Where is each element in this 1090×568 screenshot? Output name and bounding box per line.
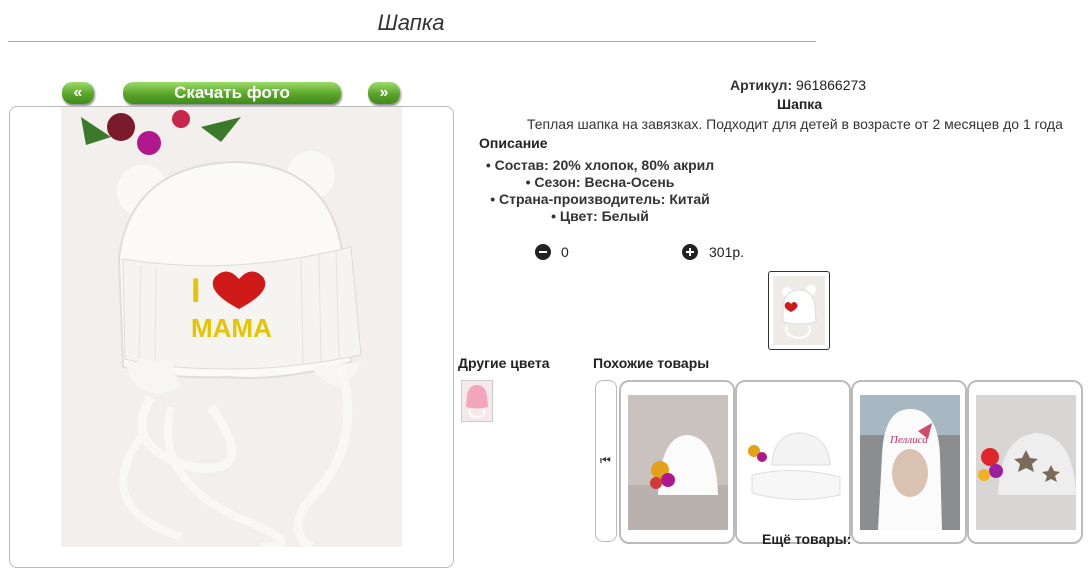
product-description: Теплая шапка на завязках. Подходит для д… <box>527 116 1063 132</box>
download-photo-button[interactable]: Скачать фото <box>123 82 341 104</box>
article-label: Артикул: <box>730 77 793 93</box>
page-title: Шапка <box>377 10 445 35</box>
next-photo-button[interactable]: » <box>368 82 400 104</box>
product-photo-frame: I MAMA <box>9 106 454 568</box>
thumbnail-image <box>773 276 825 345</box>
property-item: Страна-производитель: Китай <box>470 191 730 208</box>
property-item: Состав: 20% хлопок, 80% акрил <box>470 157 730 174</box>
product-name: Шапка <box>777 96 823 112</box>
article-line: Артикул: 961866273 <box>730 77 866 93</box>
description-heading: Описание <box>479 135 548 151</box>
price: 301р. <box>709 244 745 260</box>
decrease-quantity-icon[interactable] <box>535 244 551 260</box>
similar-product-image <box>744 395 844 530</box>
similar-product-image <box>628 395 728 530</box>
hat-illustration: I MAMA <box>61 107 402 547</box>
product-photo[interactable]: I MAMA <box>61 107 402 547</box>
embroidery-letter: I <box>191 272 200 310</box>
similar-products-heading: Похожие товары <box>593 355 710 371</box>
similar-product-card[interactable]: Пеллиса <box>851 380 967 544</box>
property-item: Сезон: Весна-Осень <box>470 174 730 191</box>
other-colors-heading: Другие цвета <box>458 355 550 371</box>
quantity-value: 0 <box>561 244 569 260</box>
color-variant-pink[interactable] <box>461 380 493 422</box>
prev-photo-button[interactable]: « <box>62 82 94 104</box>
article-value: 961866273 <box>796 77 867 93</box>
card-hat-text: Пеллиса <box>889 434 928 446</box>
similar-product-card[interactable] <box>967 380 1083 544</box>
title-divider <box>8 41 816 42</box>
carousel-prev-button[interactable]: ⏮ <box>595 380 617 542</box>
property-item: Цвет: Белый <box>470 208 730 225</box>
similar-product-image <box>976 395 1076 530</box>
embroidery-word: MAMA <box>191 313 272 343</box>
properties-list: Состав: 20% хлопок, 80% акрил Сезон: Вес… <box>470 157 730 225</box>
similar-product-card[interactable] <box>619 380 735 544</box>
add-to-cart-icon[interactable] <box>682 244 698 260</box>
similar-product-card[interactable] <box>735 380 851 544</box>
photo-thumbnail[interactable] <box>768 271 830 350</box>
skip-back-icon: ⏮ <box>600 453 611 467</box>
similar-product-image: Пеллиса <box>860 395 960 530</box>
